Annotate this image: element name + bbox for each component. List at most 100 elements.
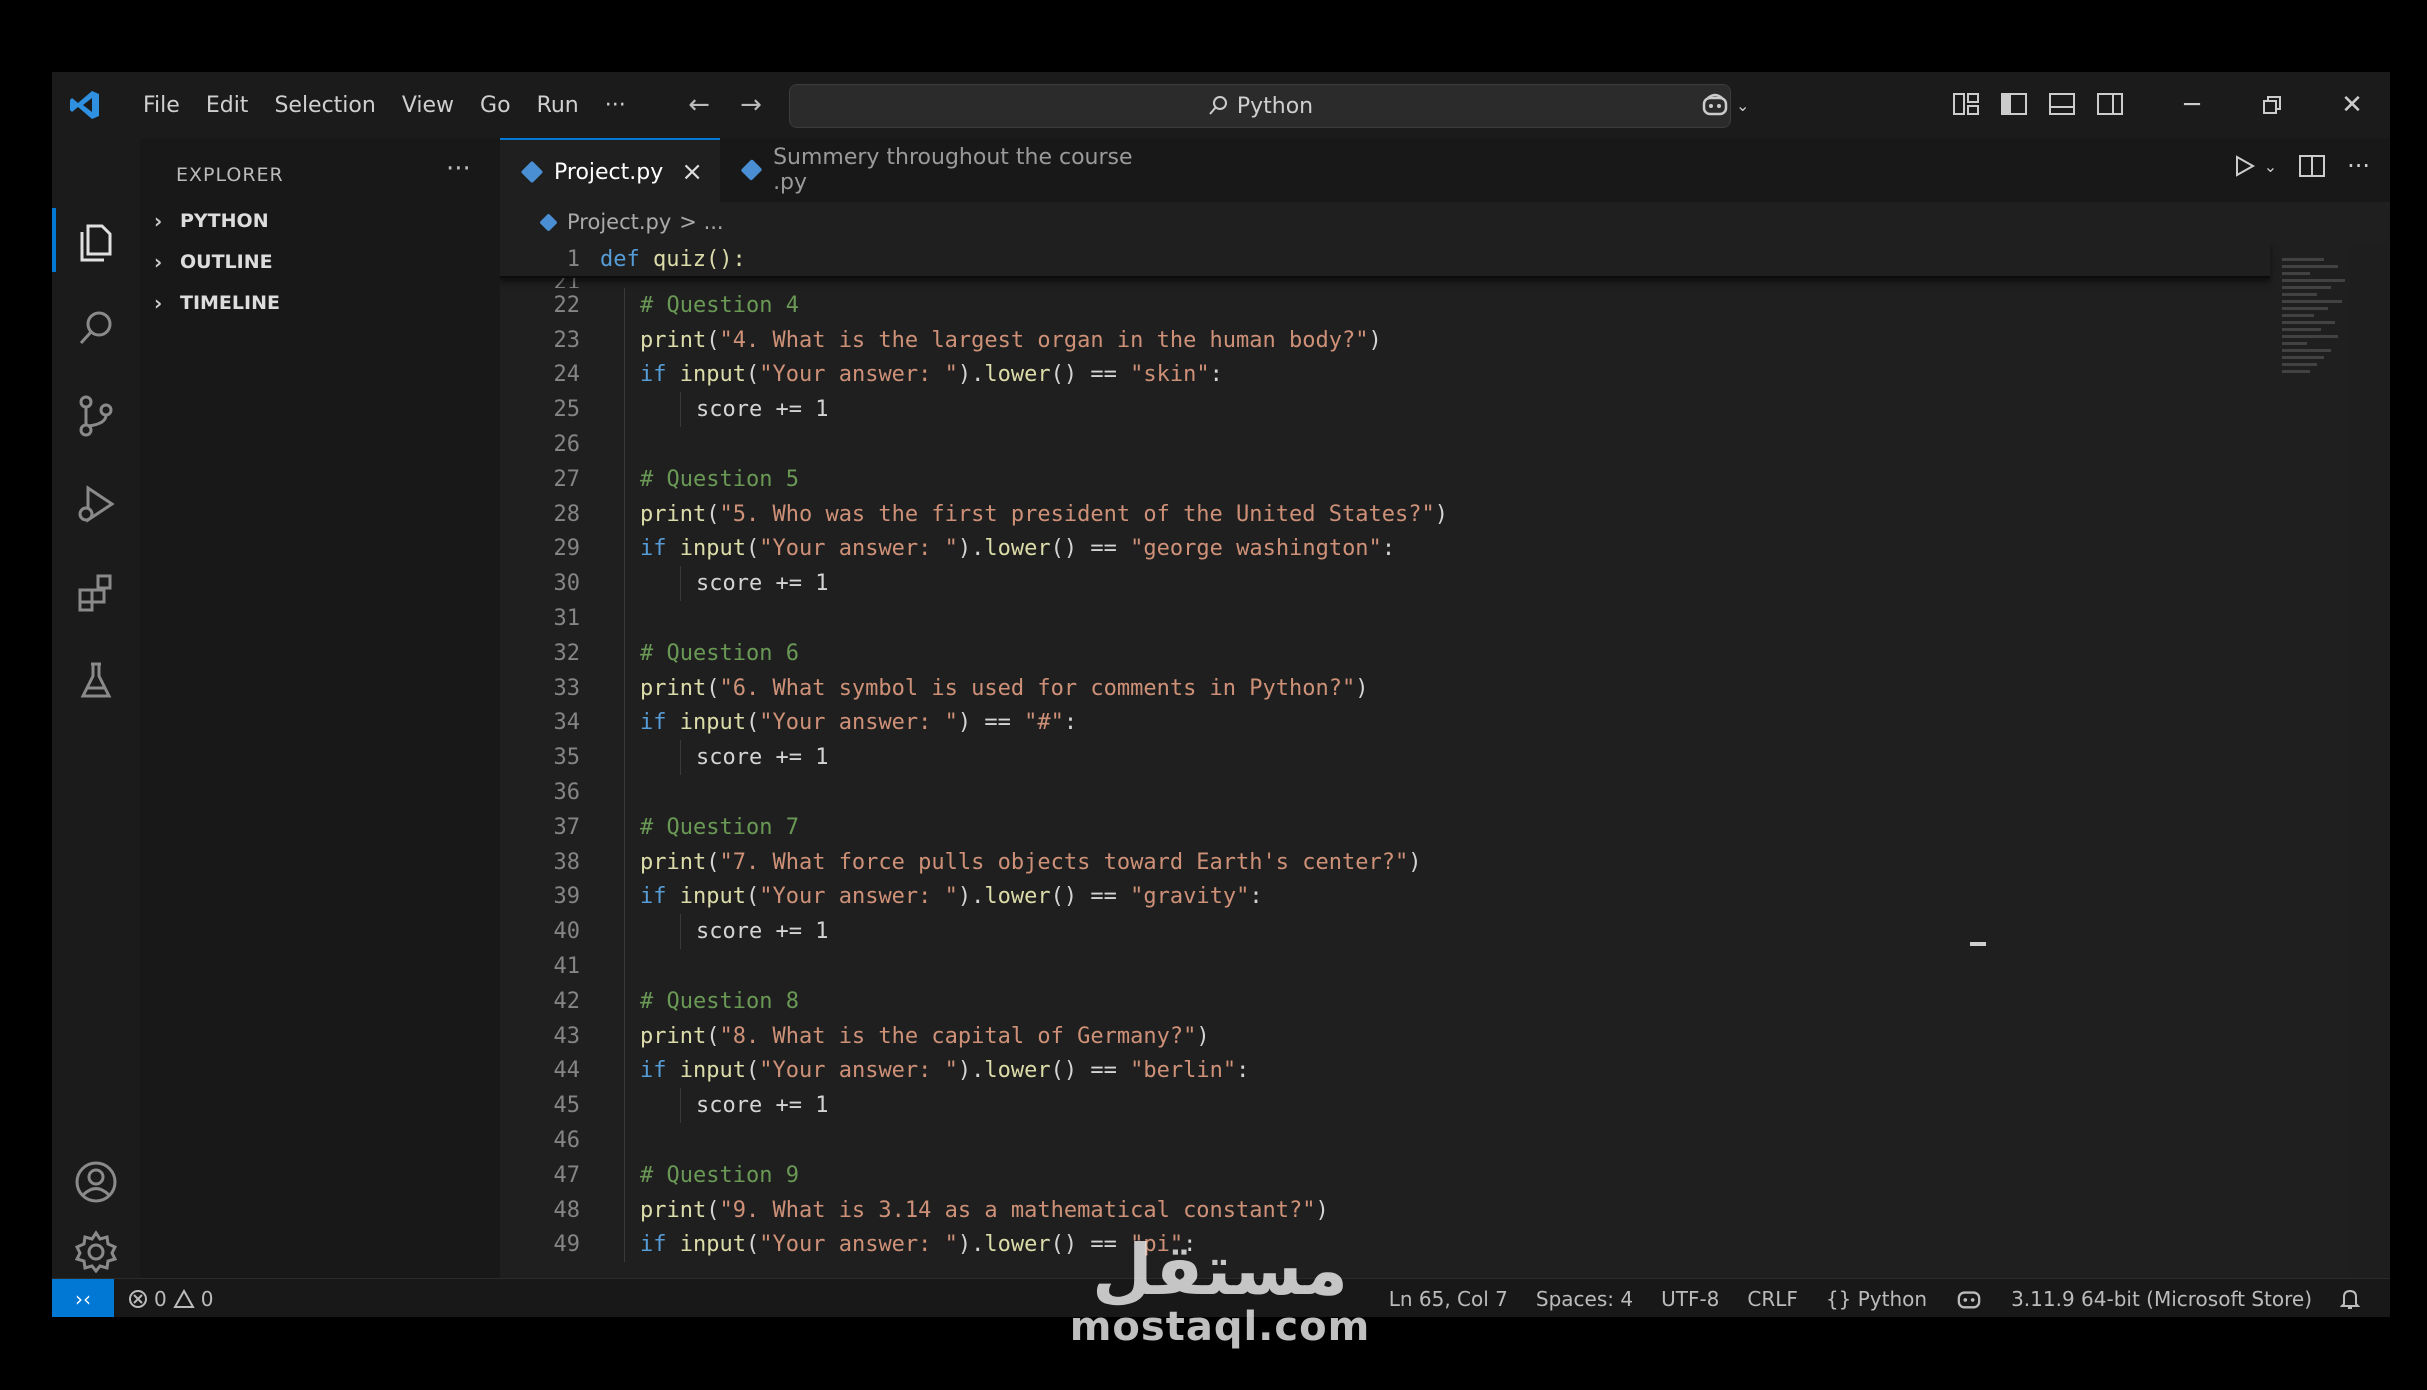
section-outline[interactable]: › OUTLINE bbox=[154, 245, 273, 279]
breadcrumb-tail[interactable]: > ... bbox=[679, 210, 723, 234]
code-line[interactable]: 24 if input("Your answer: ").lower() == "… bbox=[500, 357, 2270, 393]
command-center-search[interactable]: Python bbox=[789, 84, 1731, 128]
code-line[interactable]: 45 score += 1 bbox=[500, 1088, 2270, 1124]
indentation[interactable]: Spaces: 4 bbox=[1536, 1287, 1633, 1311]
code-line[interactable]: 36 bbox=[500, 775, 2270, 810]
code-line[interactable]: 38 print("7. What force pulls objects tow… bbox=[500, 844, 2270, 880]
toggle-panel-icon[interactable] bbox=[2046, 88, 2078, 120]
line-number: 22 bbox=[553, 292, 581, 318]
forward-arrow-icon[interactable]: → bbox=[734, 88, 768, 122]
accounts-icon[interactable] bbox=[72, 1158, 120, 1206]
menu-go[interactable]: Go bbox=[467, 93, 524, 118]
line-number: 26 bbox=[553, 432, 581, 458]
code-line[interactable]: 48 print("9. What is 3.14 as a mathematic… bbox=[500, 1192, 2270, 1228]
indent-guide bbox=[624, 1053, 625, 1089]
code-line[interactable]: 39 if input("Your answer: ").lower() == "… bbox=[500, 879, 2270, 915]
code-line[interactable]: 44 if input("Your answer: ").lower() == "… bbox=[500, 1053, 2270, 1089]
indent-guide bbox=[624, 670, 625, 706]
line-number: 35 bbox=[553, 745, 581, 771]
copilot-menu-button[interactable]: ⌄ bbox=[1700, 86, 1780, 124]
menu-selection[interactable]: Selection bbox=[261, 93, 388, 118]
manage-gear-icon[interactable] bbox=[72, 1228, 120, 1276]
code-line[interactable]: 42 # Question 8 bbox=[500, 983, 2270, 1019]
close-tab-icon[interactable]: × bbox=[681, 157, 703, 187]
code-line[interactable]: 33 print("6. What symbol is used for comm… bbox=[500, 670, 2270, 706]
toggle-primary-sidebar-icon[interactable] bbox=[1998, 88, 2030, 120]
vscode-logo-icon[interactable] bbox=[68, 88, 102, 122]
testing-flask-icon[interactable] bbox=[72, 656, 120, 704]
minimap-line bbox=[2282, 356, 2324, 359]
back-arrow-icon[interactable]: ← bbox=[682, 88, 716, 122]
minimap[interactable] bbox=[2282, 254, 2350, 414]
minimize-icon[interactable]: ─ bbox=[2152, 72, 2232, 138]
code-text: score += 1 bbox=[696, 745, 829, 771]
end-of-line[interactable]: CRLF bbox=[1747, 1287, 1798, 1311]
notifications-bell-icon[interactable] bbox=[2340, 1288, 2360, 1310]
search-icon[interactable] bbox=[72, 304, 120, 352]
code-text: if input("Your answer: ").lower() == "be… bbox=[640, 1058, 1250, 1084]
code-line[interactable]: 49 if input("Your answer: ").lower() == "… bbox=[500, 1227, 2270, 1263]
customize-layout-icon[interactable] bbox=[1950, 88, 1982, 120]
section-timeline[interactable]: › TIMELINE bbox=[154, 286, 280, 320]
line-number: 46 bbox=[553, 1128, 581, 1154]
extensions-icon[interactable] bbox=[72, 568, 120, 616]
copilot-status-icon[interactable] bbox=[1955, 1287, 1983, 1311]
editor-tab-bar: Project.py × Summery throughout the cour… bbox=[500, 138, 2390, 204]
toggle-secondary-sidebar-icon[interactable] bbox=[2094, 88, 2126, 120]
code-line[interactable]: 23 print("4. What is the largest organ in… bbox=[500, 322, 2270, 358]
sticky-scroll-line[interactable]: 1 def quiz(): bbox=[500, 242, 2270, 278]
line-number: 28 bbox=[553, 501, 581, 527]
code-line[interactable]: 27 # Question 5 bbox=[500, 461, 2270, 497]
code-line[interactable]: 31 bbox=[500, 601, 2270, 636]
code-line[interactable]: 47 # Question 9 bbox=[500, 1157, 2270, 1193]
menu-file[interactable]: File bbox=[130, 93, 193, 118]
restore-icon[interactable] bbox=[2232, 72, 2312, 138]
menu-view[interactable]: View bbox=[389, 93, 467, 118]
menu-more[interactable]: ··· bbox=[592, 93, 639, 118]
problems-indicator[interactable]: 0 0 bbox=[128, 1287, 213, 1311]
indent-guide bbox=[624, 914, 625, 950]
source-control-icon[interactable] bbox=[72, 392, 120, 440]
code-line[interactable]: 26 bbox=[500, 427, 2270, 462]
code-line[interactable]: 35 score += 1 bbox=[500, 740, 2270, 776]
code-line[interactable]: 28 print("5. Who was the first president … bbox=[500, 496, 2270, 532]
run-debug-icon[interactable] bbox=[72, 480, 120, 528]
code-editor[interactable]: 1 def quiz(): 2122# Question 423print("4… bbox=[500, 242, 2350, 1278]
split-editor-icon[interactable] bbox=[2299, 154, 2326, 178]
code-line[interactable]: 40 score += 1 bbox=[500, 914, 2270, 950]
indent-guide bbox=[680, 914, 681, 950]
code-line[interactable]: 41 bbox=[500, 949, 2270, 984]
vscode-window: File Edit Selection View Go Run ··· ← → … bbox=[52, 72, 2390, 1317]
code-line[interactable]: 46 bbox=[500, 1123, 2270, 1158]
encoding[interactable]: UTF-8 bbox=[1661, 1287, 1719, 1311]
line-number: 24 bbox=[553, 362, 581, 388]
code-line[interactable]: 34 if input("Your answer: ") == "#": bbox=[500, 705, 2270, 741]
code-line[interactable]: 37 # Question 7 bbox=[500, 809, 2270, 845]
chevron-down-icon[interactable]: ⌄ bbox=[2264, 157, 2277, 176]
language-label: Python bbox=[1857, 1286, 1928, 1311]
code-line[interactable]: 30 score += 1 bbox=[500, 566, 2270, 602]
menu-run[interactable]: Run bbox=[524, 93, 592, 118]
section-python[interactable]: › PYTHON bbox=[154, 204, 269, 238]
minimap-line bbox=[2282, 258, 2324, 261]
menu-edit[interactable]: Edit bbox=[193, 93, 262, 118]
tab-summery-py[interactable]: Summery throughout the course .py bbox=[720, 138, 1150, 202]
explorer-more-actions[interactable]: ··· bbox=[446, 154, 471, 184]
mostaql-watermark: مستقل mostaql.com bbox=[1060, 1235, 1380, 1349]
cursor-position[interactable]: Ln 65, Col 7 bbox=[1389, 1287, 1508, 1311]
code-line[interactable]: 25 score += 1 bbox=[500, 392, 2270, 428]
close-window-icon[interactable]: ✕ bbox=[2312, 72, 2390, 138]
language-mode[interactable]: {} Python bbox=[1826, 1287, 1927, 1311]
tab-project-py[interactable]: Project.py × bbox=[500, 138, 720, 204]
code-line[interactable]: 22 # Question 4 bbox=[500, 288, 2270, 323]
code-line[interactable]: 43 print("8. What is the capital of Germa… bbox=[500, 1018, 2270, 1054]
code-text: print("5. Who was the first president of… bbox=[640, 501, 1448, 527]
more-actions-icon[interactable]: ··· bbox=[2347, 152, 2370, 180]
code-line[interactable]: 29 if input("Your answer: ").lower() == "… bbox=[500, 531, 2270, 567]
explorer-icon[interactable] bbox=[72, 216, 120, 264]
breadcrumb-file[interactable]: Project.py bbox=[567, 210, 671, 234]
code-line[interactable]: 32 # Question 6 bbox=[500, 635, 2270, 671]
python-interpreter[interactable]: 3.11.9 64-bit (Microsoft Store) bbox=[2011, 1287, 2312, 1311]
run-file-icon[interactable] bbox=[2232, 154, 2256, 178]
remote-indicator-icon[interactable]: ›‹ bbox=[52, 1279, 114, 1317]
